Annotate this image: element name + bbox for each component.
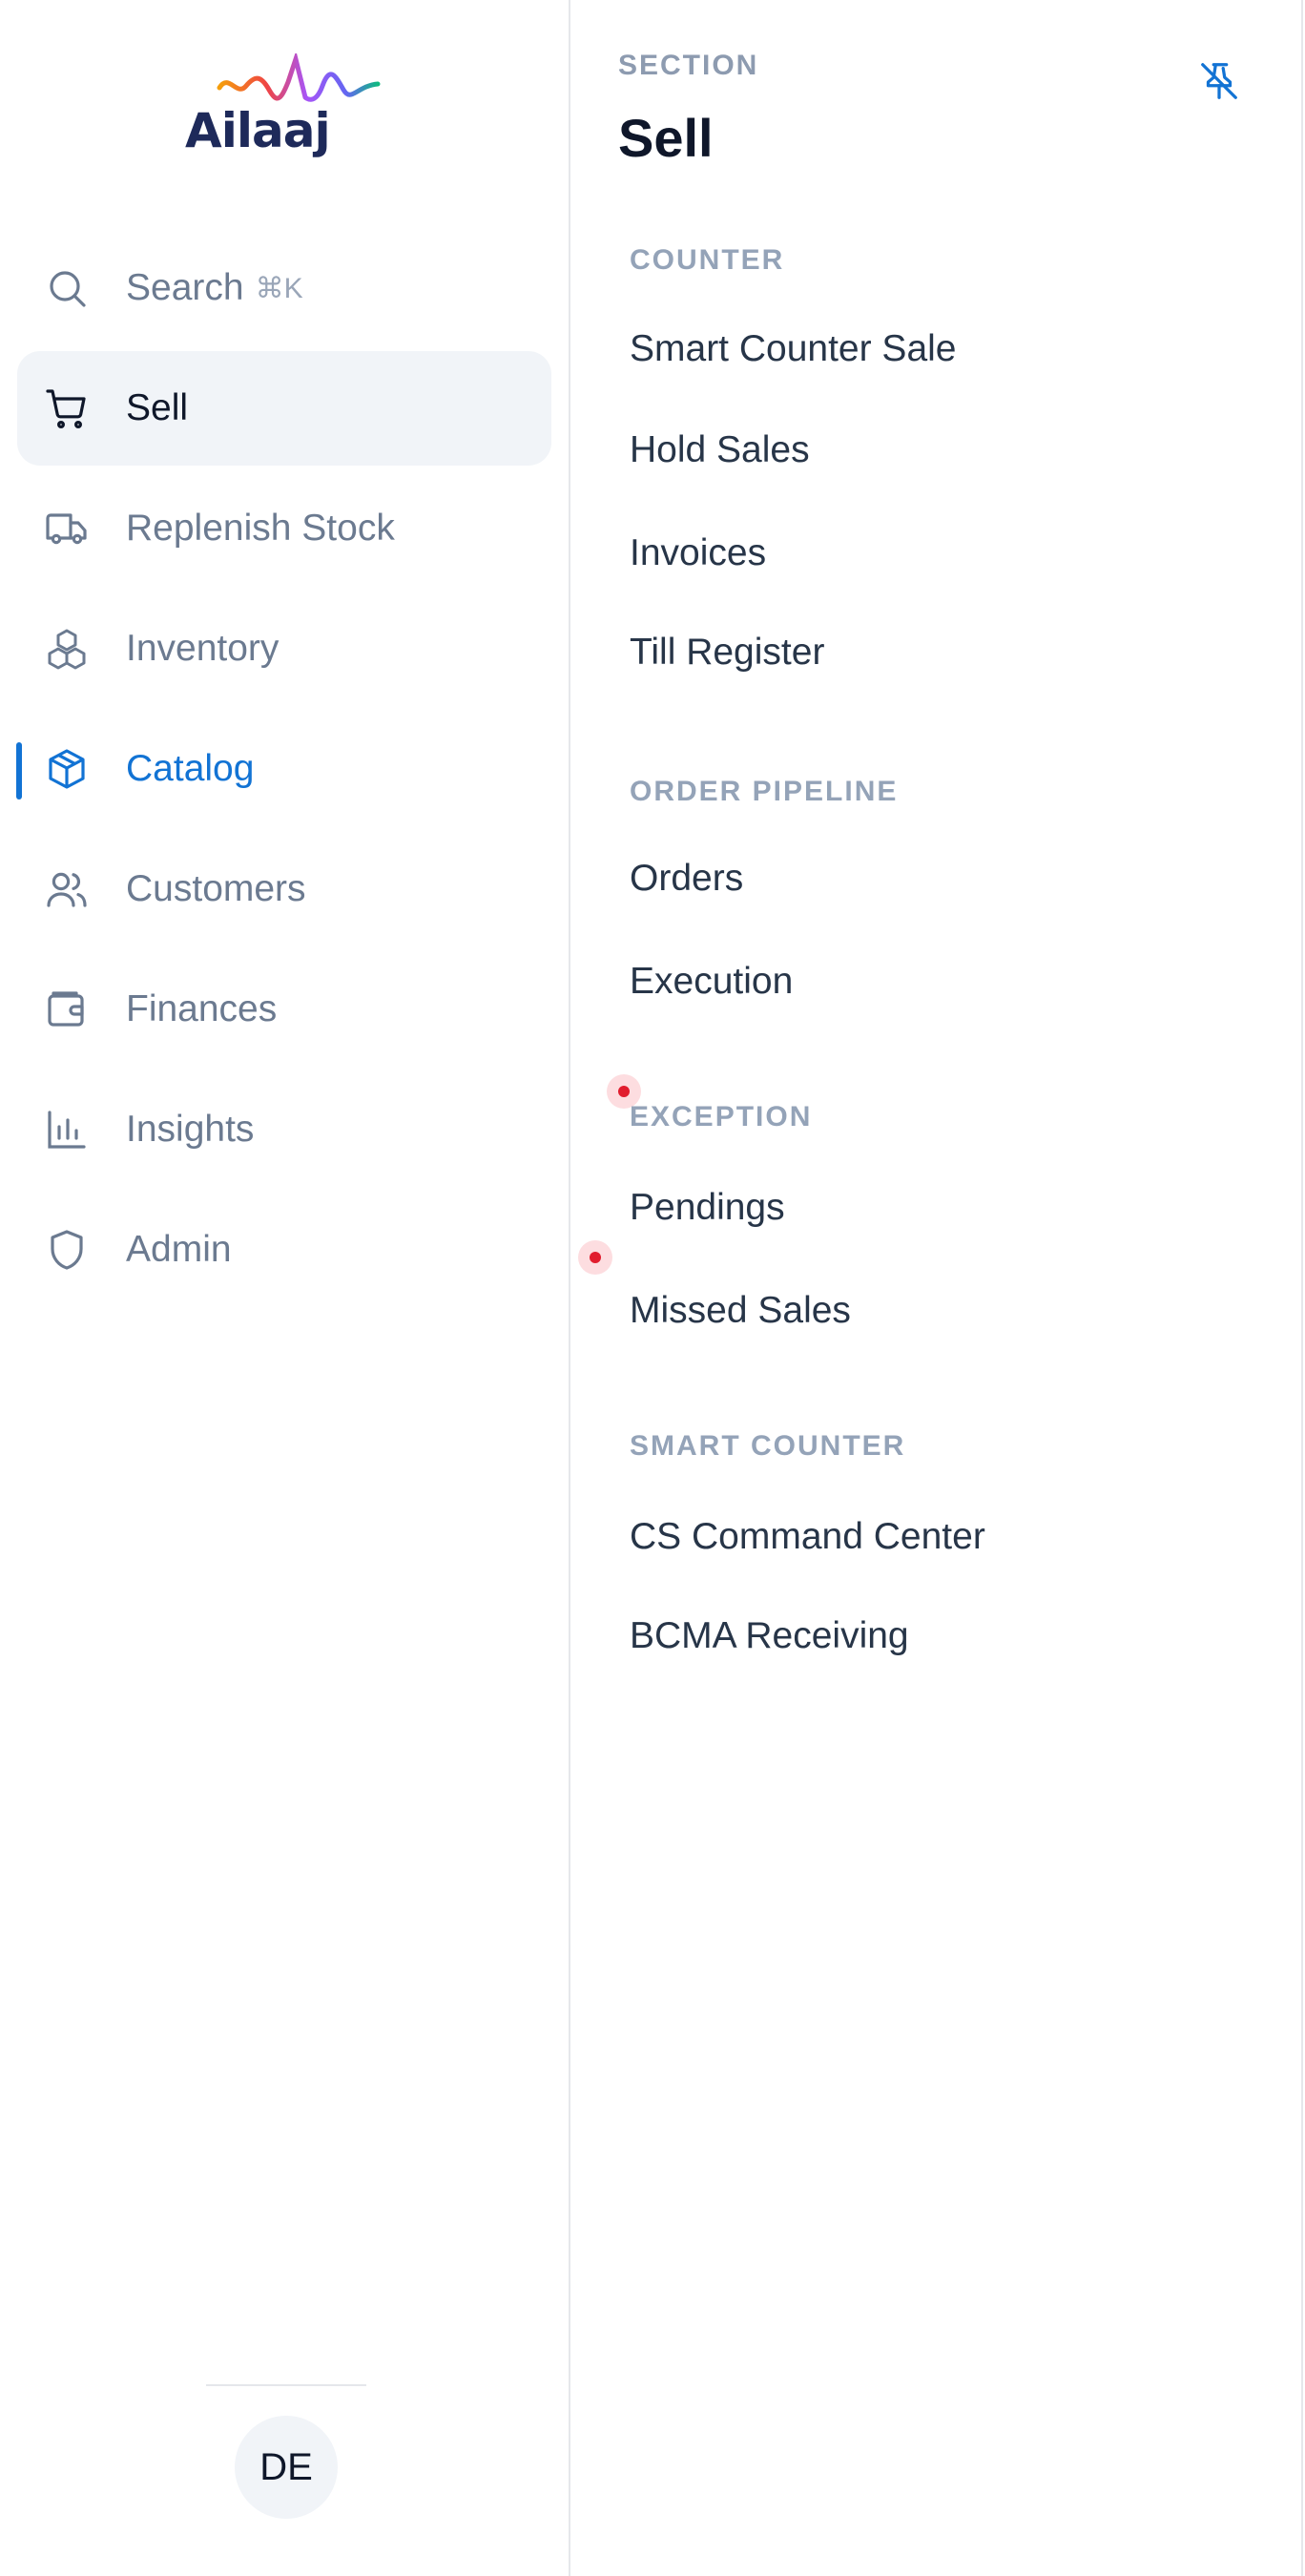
pin-off-icon (1201, 63, 1237, 99)
search-icon (44, 265, 90, 311)
menu-item-pendings[interactable]: Pendings (630, 1187, 785, 1229)
group-heading-smart-counter: SMART COUNTER (630, 1430, 906, 1462)
search-label: Search ⌘K (126, 231, 303, 345)
menu-item-till-register[interactable]: Till Register (630, 632, 824, 674)
menu-item-orders[interactable]: Orders (630, 858, 743, 900)
menu-item-smart-counter-sale[interactable]: Smart Counter Sale (630, 328, 957, 370)
rail-divider (206, 2384, 366, 2386)
wallet-icon (44, 987, 90, 1032)
group-heading-order-pipeline: ORDER PIPELINE (630, 776, 899, 807)
package-icon (44, 746, 90, 792)
cart-icon (44, 385, 90, 431)
group-heading-counter: COUNTER (630, 244, 785, 276)
group-heading-exception: EXCEPTION (630, 1101, 813, 1132)
nav-label-catalog: Catalog (126, 748, 255, 789)
alert-dot (578, 1240, 612, 1275)
shield-icon (44, 1227, 90, 1273)
nav-item-catalog[interactable]: Catalog (17, 712, 551, 826)
boxes-icon (44, 626, 90, 672)
brand-logo[interactable]: Ailaaj (181, 53, 391, 168)
menu-item-bcma-receiving[interactable]: BCMA Receiving (630, 1615, 909, 1657)
nav-item-replenish-stock[interactable]: Replenish Stock (17, 471, 551, 586)
nav-item-sell[interactable]: Sell (17, 351, 551, 466)
unpin-button[interactable] (1197, 59, 1241, 103)
nav-label-admin: Admin (126, 1229, 232, 1270)
menu-item-invoices[interactable]: Invoices (630, 532, 766, 574)
panel-title: Sell (618, 108, 714, 168)
truck-icon (44, 506, 90, 551)
users-icon (44, 866, 90, 912)
nav-label-customers: Customers (126, 868, 306, 909)
nav-item-customers[interactable]: Customers (17, 832, 551, 946)
search-button[interactable]: Search ⌘K (17, 231, 551, 345)
section-panel (572, 0, 1303, 2576)
menu-item-cs-command-center[interactable]: CS Command Center (630, 1516, 985, 1558)
search-shortcut: ⌘K (255, 272, 303, 304)
nav-label-finances: Finances (126, 988, 278, 1029)
menu-item-hold-sales[interactable]: Hold Sales (630, 429, 810, 471)
nav-label-inventory: Inventory (126, 628, 280, 669)
search-text: Search (126, 267, 244, 308)
nav-label-sell: Sell (126, 387, 189, 428)
menu-item-execution[interactable]: Execution (630, 961, 793, 1003)
user-avatar[interactable]: DE (235, 2416, 338, 2519)
nav-label-insights: Insights (126, 1109, 255, 1150)
nav-item-finances[interactable]: Finances (17, 952, 551, 1067)
nav-item-inventory[interactable]: Inventory (17, 592, 551, 706)
bar-chart-icon (44, 1107, 90, 1153)
brand-wave-icon (217, 53, 381, 102)
panel-eyebrow: SECTION (618, 50, 759, 81)
nav-item-insights[interactable]: Insights (17, 1072, 551, 1187)
nav-label-replenish-stock: Replenish Stock (126, 508, 395, 549)
sidebar-rail: Ailaaj Search ⌘K Sell Replenish Stock In… (0, 0, 570, 2576)
nav-item-admin[interactable]: Admin (17, 1193, 551, 1307)
menu-item-missed-sales[interactable]: Missed Sales (630, 1290, 851, 1332)
brand-name: Ailaaj (185, 103, 331, 158)
